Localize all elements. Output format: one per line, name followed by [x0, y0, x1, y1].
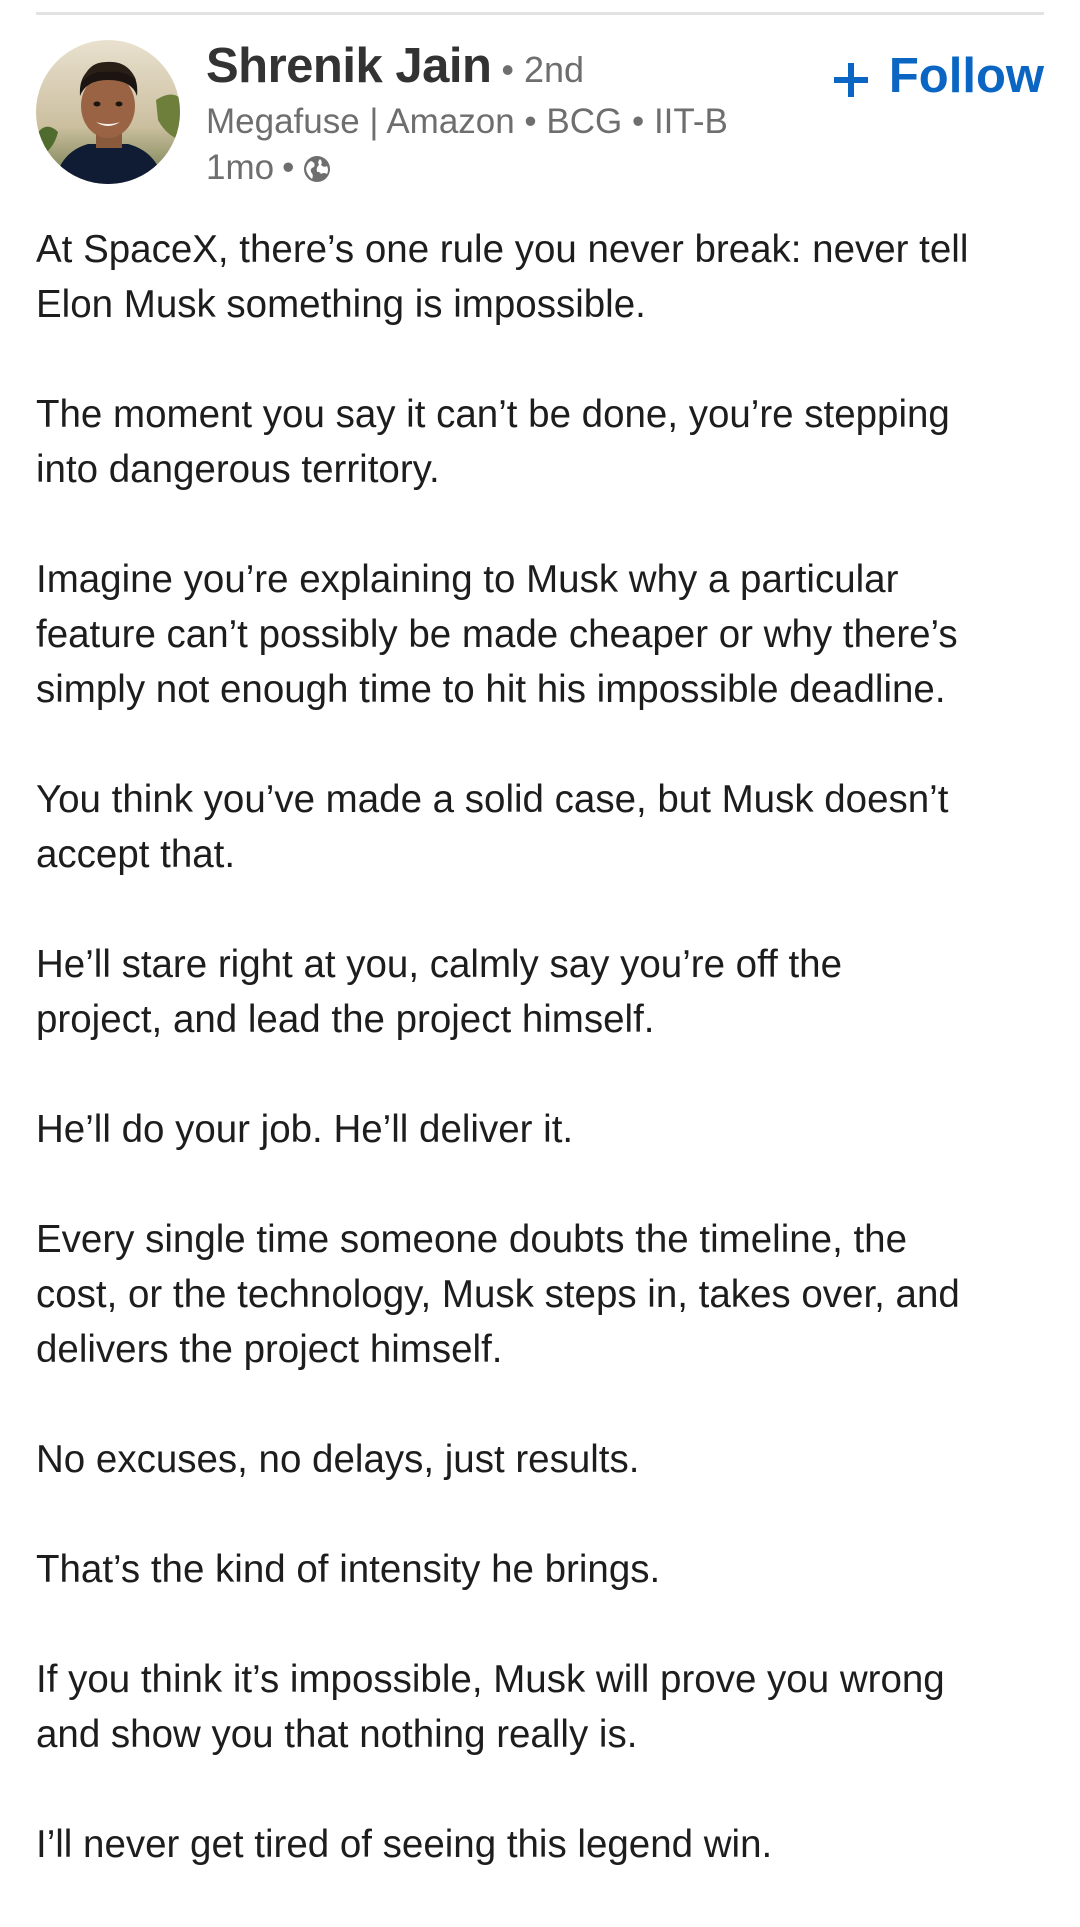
- post-paragraph-7: Every single time someone doubts the tim…: [36, 1218, 960, 1371]
- author-headline: Megafuse | Amazon • BCG • IIT-B: [206, 102, 728, 141]
- follow-button[interactable]: Follow: [831, 48, 1044, 104]
- post-paragraph-6: He’ll do your job. He’ll deliver it.: [36, 1108, 574, 1151]
- author-name[interactable]: Shrenik Jain: [206, 38, 492, 94]
- avatar-photo: [36, 40, 180, 184]
- plus-icon: [831, 56, 871, 97]
- connection-degree: • 2nd: [501, 49, 585, 90]
- post-paragraph-10: If you think it’s impossible, Musk will …: [36, 1658, 945, 1756]
- top-divider: [36, 12, 1044, 15]
- post-paragraph-11: I’ll never get tired of seeing this lege…: [36, 1823, 773, 1866]
- post-paragraph-4: You think you’ve made a solid case, but …: [36, 778, 949, 876]
- post-header: Shrenik Jain • 2nd Megafuse | Amazon • B…: [36, 38, 1044, 188]
- post-paragraph-3: Imagine you’re explaining to Musk why a …: [36, 558, 958, 711]
- post-body: At SpaceX, there’s one rule you never br…: [36, 222, 1052, 1927]
- post-paragraph-9: That’s the kind of intensity he brings.: [36, 1548, 661, 1591]
- follow-label: Follow: [888, 49, 1044, 103]
- author-avatar[interactable]: [36, 40, 180, 184]
- post-timestamp: 1mo •: [206, 148, 728, 188]
- post-paragraph-5: He’ll stare right at you, calmly say you…: [36, 943, 842, 1041]
- globe-icon: [302, 153, 332, 183]
- post-paragraph-2: The moment you say it can’t be done, you…: [36, 393, 950, 491]
- post-paragraph-1: At SpaceX, there’s one rule you never br…: [36, 228, 969, 326]
- time-separator: •: [282, 148, 295, 187]
- author-meta: Shrenik Jain • 2nd Megafuse | Amazon • B…: [206, 38, 728, 188]
- post-time: 1mo: [206, 148, 275, 187]
- post-paragraph-8: No excuses, no delays, just results.: [36, 1438, 640, 1481]
- author-name-line: Shrenik Jain • 2nd: [206, 38, 728, 94]
